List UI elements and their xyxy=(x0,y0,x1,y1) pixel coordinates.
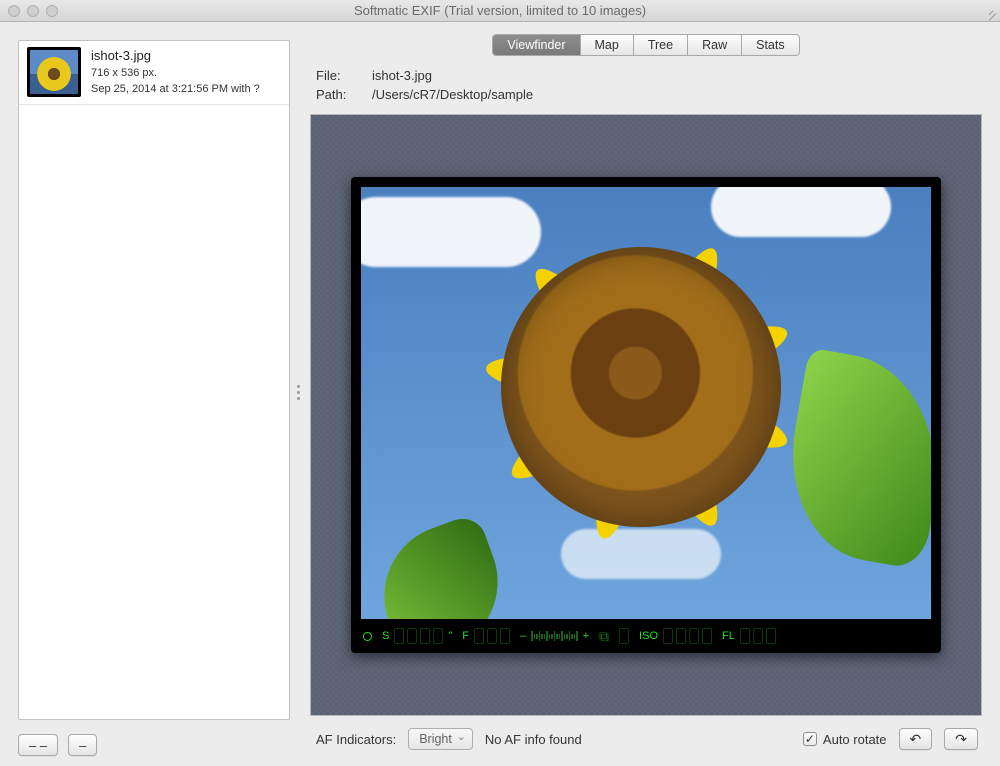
pane-splitter[interactable] xyxy=(297,382,301,406)
main-panel: Viewfinder Map Tree Raw Stats File: isho… xyxy=(300,22,1000,766)
aperture-label: F xyxy=(462,630,469,642)
thumbnail xyxy=(27,47,81,97)
resize-icon[interactable] xyxy=(984,4,996,16)
tab-map[interactable]: Map xyxy=(581,35,634,55)
focal-length-readout: FL xyxy=(722,628,776,644)
tab-viewfinder[interactable]: Viewfinder xyxy=(493,35,580,55)
image-list[interactable]: ishot-3.jpg 716 x 536 px. Sep 25, 2014 a… xyxy=(18,40,290,720)
rotate-cw-icon: ↷ xyxy=(955,732,967,746)
auto-rotate-label: Auto rotate xyxy=(823,732,887,747)
tab-tree[interactable]: Tree xyxy=(634,35,688,55)
list-item-dimensions: 716 x 536 px. xyxy=(91,66,260,82)
af-indicators-label: AF Indicators: xyxy=(316,732,396,747)
shutter-readout: S " xyxy=(382,628,452,644)
remove-all-button[interactable]: – – xyxy=(18,734,58,756)
zoom-window-button[interactable] xyxy=(46,5,58,17)
list-item-text: ishot-3.jpg 716 x 536 px. Sep 25, 2014 a… xyxy=(91,47,260,98)
aperture-readout: F xyxy=(462,628,510,644)
file-value: ishot-3.jpg xyxy=(372,68,432,83)
minimize-window-button[interactable] xyxy=(27,5,39,17)
path-value: /Users/cR7/Desktop/sample xyxy=(372,87,533,102)
footer-bar: AF Indicators: Bright No AF info found ✓… xyxy=(310,716,982,756)
tab-raw[interactable]: Raw xyxy=(688,35,742,55)
viewer-pane: S " F – + ⧉ IS xyxy=(310,114,982,716)
af-indicators-value: Bright xyxy=(419,732,452,746)
viewfinder-frame: S " F – + ⧉ IS xyxy=(351,177,941,653)
ev-scale: – + xyxy=(520,630,589,642)
rotate-cw-button[interactable]: ↷ xyxy=(944,728,978,750)
shutter-label: S xyxy=(382,630,389,642)
list-item-filename: ishot-3.jpg xyxy=(91,47,260,66)
window-title: Softmatic EXIF (Trial version, limited t… xyxy=(0,3,1000,18)
ev-comp-icon: ⧉ xyxy=(599,628,609,645)
scale-plus: + xyxy=(583,630,589,642)
sidebar: ishot-3.jpg 716 x 536 px. Sep 25, 2014 a… xyxy=(0,22,300,766)
af-dot-icon xyxy=(363,632,372,641)
file-label: File: xyxy=(316,68,356,83)
shutter-unit: " xyxy=(448,630,452,642)
image-preview xyxy=(361,187,931,619)
viewfinder-info-strip: S " F – + ⧉ IS xyxy=(351,619,941,653)
traffic-lights xyxy=(8,5,58,17)
list-item[interactable]: ishot-3.jpg 716 x 536 px. Sep 25, 2014 a… xyxy=(19,41,289,105)
auto-rotate-checkbox[interactable]: ✓ Auto rotate xyxy=(803,732,887,747)
iso-label: ISO xyxy=(639,630,658,642)
rotate-ccw-button[interactable]: ↶ xyxy=(899,728,933,750)
scale-minus: – xyxy=(520,630,526,642)
close-window-button[interactable] xyxy=(8,5,20,17)
iso-readout: ISO xyxy=(639,628,712,644)
af-indicators-select[interactable]: Bright xyxy=(408,728,473,750)
list-item-meta: Sep 25, 2014 at 3:21:56 PM with ? xyxy=(91,82,260,98)
tab-stats[interactable]: Stats xyxy=(742,35,799,55)
remove-button[interactable]: – xyxy=(68,734,97,756)
window-titlebar: Softmatic EXIF (Trial version, limited t… xyxy=(0,0,1000,22)
path-label: Path: xyxy=(316,87,356,102)
rotate-ccw-icon: ↶ xyxy=(910,732,922,746)
checkmark-icon: ✓ xyxy=(803,732,817,746)
view-tabs: Viewfinder Map Tree Raw Stats xyxy=(310,34,982,56)
af-info-text: No AF info found xyxy=(485,732,582,747)
fl-label: FL xyxy=(722,630,735,642)
